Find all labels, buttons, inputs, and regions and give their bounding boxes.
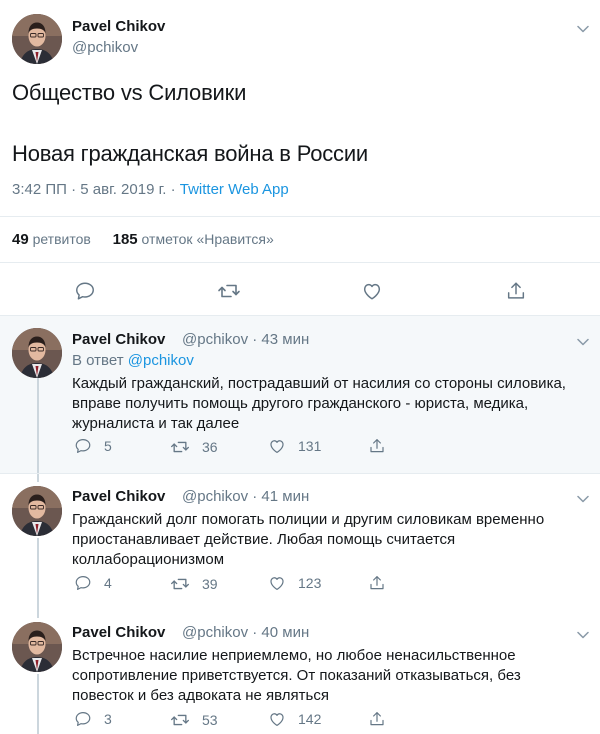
- retweet-icon: [170, 574, 190, 594]
- reply-tweet[interactable]: Pavel Chikov @pchikov · 43 мин В ответ @…: [0, 316, 600, 473]
- retweet-icon: [170, 710, 190, 730]
- reply-icon: [74, 710, 92, 728]
- likes-count: 185: [112, 231, 138, 248]
- like-count: 142: [298, 711, 322, 727]
- like-button[interactable]: 142: [268, 710, 321, 728]
- reply-icon: [74, 280, 96, 302]
- like-button[interactable]: 123: [268, 574, 321, 592]
- chevron-down-icon[interactable]: [577, 627, 589, 641]
- avatar[interactable]: [12, 14, 62, 64]
- thread-line: [37, 538, 39, 610]
- chevron-down-icon[interactable]: [577, 334, 589, 348]
- chevron-down-icon[interactable]: [577, 491, 589, 505]
- reply-button[interactable]: 3: [74, 710, 112, 728]
- retweet-icon: [170, 437, 190, 457]
- likes-label: отметок «Нравится»: [141, 231, 274, 247]
- timestamp[interactable]: 3:42 ПП · 5 авг. 2019 г.: [12, 181, 166, 198]
- author-handle-time[interactable]: @pchikov · 41 мин: [182, 488, 309, 505]
- retweet-button[interactable]: 39: [170, 574, 218, 594]
- reply-tweet[interactable]: Pavel Chikov @pchikov · 40 мин Встречное…: [0, 610, 600, 734]
- reply-text: Каждый гражданский, пострадавший от наси…: [72, 375, 566, 432]
- like-icon: [361, 280, 383, 302]
- avatar[interactable]: [12, 486, 62, 536]
- retweet-count: 39: [202, 576, 218, 592]
- share-icon: [368, 574, 386, 592]
- author-handle-time[interactable]: @pchikov · 40 мин: [182, 624, 309, 641]
- author-name[interactable]: Pavel Chikov: [72, 488, 165, 505]
- reply-button[interactable]: [74, 276, 96, 306]
- reply-button[interactable]: 5: [74, 437, 112, 455]
- divider: [0, 262, 600, 263]
- thread-line: [37, 474, 39, 482]
- like-icon: [268, 574, 286, 592]
- meta-separator: ·: [166, 181, 180, 198]
- main-tweet: Pavel Chikov @pchikov Общество vs Силови…: [0, 0, 600, 316]
- like-icon: [268, 437, 286, 455]
- retweet-count: 53: [202, 712, 218, 728]
- retweet-button[interactable]: [217, 276, 241, 306]
- retweet-button[interactable]: 53: [170, 710, 218, 730]
- retweets-label: ретвитов: [32, 231, 91, 247]
- retweets-count: 49: [12, 231, 29, 248]
- like-count: 131: [298, 438, 322, 454]
- reply-tweet[interactable]: Pavel Chikov @pchikov · 41 мин Гражданск…: [0, 474, 600, 610]
- like-count: 123: [298, 575, 322, 591]
- retweet-button[interactable]: 36: [170, 437, 218, 457]
- in-reply-prefix: В ответ: [72, 352, 128, 369]
- retweet-count: 36: [202, 439, 218, 455]
- share-button[interactable]: [368, 574, 386, 592]
- retweets-stat[interactable]: 49 ретвитов: [12, 231, 91, 248]
- tweet-text-line2: Новая гражданская война в России: [12, 141, 369, 166]
- avatar[interactable]: [12, 622, 62, 672]
- thread-line: [37, 674, 39, 734]
- avatar[interactable]: [12, 328, 62, 378]
- reply-button[interactable]: 4: [74, 574, 112, 592]
- likes-stat[interactable]: 185 отметок «Нравится»: [112, 231, 274, 248]
- divider: [0, 216, 600, 217]
- thread-line: [37, 610, 39, 618]
- chevron-down-icon[interactable]: [577, 21, 589, 35]
- author-name[interactable]: Pavel Chikov: [72, 18, 165, 35]
- share-button[interactable]: [368, 710, 386, 728]
- thread-line: [37, 378, 39, 473]
- author-name[interactable]: Pavel Chikov: [72, 624, 165, 641]
- share-button[interactable]: [368, 437, 386, 455]
- tweet-meta: 3:42 ПП · 5 авг. 2019 г. · Twitter Web A…: [12, 181, 289, 198]
- source-link[interactable]: Twitter Web App: [180, 181, 289, 198]
- share-icon: [368, 437, 386, 455]
- like-icon: [268, 710, 286, 728]
- reply-icon: [74, 574, 92, 592]
- in-reply-to: В ответ @pchikov: [72, 352, 194, 369]
- reply-text: Встречное насилие неприемлемо, но любое …: [72, 647, 521, 704]
- share-button[interactable]: [505, 276, 527, 306]
- reply-text: Гражданский долг помогать полиции и друг…: [72, 511, 545, 568]
- reply-count: 4: [104, 575, 112, 591]
- retweet-icon: [217, 279, 241, 303]
- reply-count: 3: [104, 711, 112, 727]
- author-handle[interactable]: @pchikov: [72, 39, 138, 56]
- author-name[interactable]: Pavel Chikov: [72, 331, 165, 348]
- like-button[interactable]: 131: [268, 437, 321, 455]
- share-icon: [368, 710, 386, 728]
- in-reply-handle[interactable]: @pchikov: [128, 352, 194, 369]
- share-icon: [505, 280, 527, 302]
- tweet-text-line1: Общество vs Силовики: [12, 80, 247, 105]
- main-actions: [0, 276, 600, 306]
- reply-count: 5: [104, 438, 112, 454]
- author-handle-time[interactable]: @pchikov · 43 мин: [182, 331, 309, 348]
- reply-icon: [74, 437, 92, 455]
- like-button[interactable]: [361, 276, 383, 306]
- tweet-stats: 49 ретвитов 185 отметок «Нравится»: [12, 231, 274, 248]
